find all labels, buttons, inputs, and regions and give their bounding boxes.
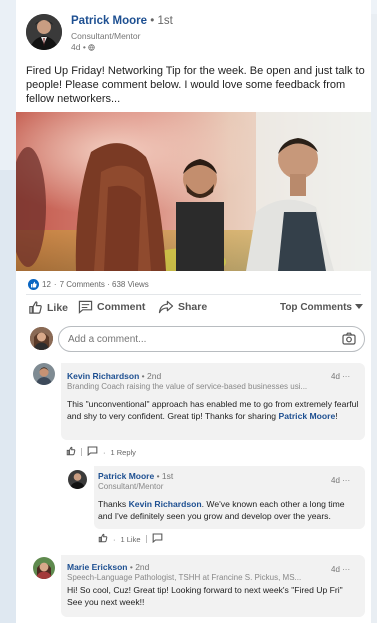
post-text: Fired Up Friday! Networking Tip for the … [26, 65, 365, 105]
reply-like-count[interactable]: 1 Like [121, 535, 141, 544]
comment-time: 4d ··· [331, 372, 350, 381]
author-avatar[interactable] [26, 14, 62, 50]
thumbs-up-badge-icon [28, 279, 39, 290]
comment-button[interactable]: Comment [78, 300, 145, 314]
reply-more-options-icon[interactable]: ··· [342, 476, 350, 485]
globe-icon [88, 42, 95, 52]
share-button[interactable]: Share [158, 300, 207, 314]
reply-author-name-text[interactable]: Patrick Moore [98, 471, 154, 481]
like-reply-button[interactable] [98, 533, 108, 545]
sort-label: Top Comments [279, 302, 352, 313]
comment-text-end: ! [335, 410, 338, 421]
my-avatar[interactable] [30, 327, 53, 350]
caret-down-icon [355, 302, 363, 313]
reply-text: Thanks Kevin Richardson. We've known eac… [98, 499, 360, 522]
reply-time: 4d ··· [331, 476, 350, 485]
comment-text: This "unconventional" approach has enabl… [67, 399, 359, 422]
reply-actions: · 1 Like [98, 533, 163, 545]
reply-text-start: Thanks [98, 499, 129, 509]
post-header: Patrick Moore • 1st Consultant/Mentor 4d… [26, 14, 356, 54]
comment-time-text: 4d [331, 565, 340, 574]
reply-author-headline: Consultant/Mentor [98, 482, 164, 491]
author-headline: Consultant/Mentor [71, 31, 141, 41]
comment-time: 4d ··· [331, 565, 350, 574]
comment-actions: · 1 Reply [66, 446, 136, 458]
share-label: Share [178, 301, 208, 313]
post-actions: Like Comment Share Top Comments [28, 300, 363, 318]
commenter-name-text[interactable]: Kevin Richardson [67, 371, 139, 381]
like-label: Like [47, 301, 69, 314]
comment-input[interactable] [68, 332, 328, 347]
reply-icon[interactable] [87, 446, 98, 458]
mention-link[interactable]: Patrick Moore [278, 411, 335, 421]
commenter-degree: 2nd [146, 371, 162, 381]
sort-dropdown[interactable]: Top Comments [280, 302, 363, 313]
comments-views-summary[interactable]: 7 Comments · 638 Views [60, 280, 149, 289]
commenter-avatar[interactable] [33, 557, 55, 579]
reply-mention-link[interactable]: Kevin Richardson [129, 499, 202, 509]
reply-comment-icon[interactable] [152, 533, 163, 545]
camera-icon[interactable] [342, 332, 356, 350]
comment-label: Comment [97, 301, 146, 313]
author-name[interactable]: Patrick Moore • 1st [71, 15, 173, 27]
post-meta: 4d • [71, 42, 95, 52]
commenter-headline: Speech-Language Pathologist, TSHH at Fra… [67, 573, 302, 582]
reply-time-text: 4d [331, 476, 340, 485]
commenter-name[interactable]: Kevin Richardson • 2nd [67, 371, 161, 381]
like-button[interactable]: Like [28, 300, 68, 315]
reaction-count[interactable]: 12 [42, 280, 51, 289]
commenter-name-text[interactable]: Marie Erickson [67, 562, 127, 572]
commenter-avatar[interactable] [33, 363, 55, 385]
reply-author-degree: 1st [161, 471, 174, 481]
commenter-degree: 2nd [135, 562, 150, 572]
author-name-text[interactable]: Patrick Moore [71, 15, 147, 27]
commenter-name[interactable]: Marie Erickson • 2nd [67, 562, 149, 572]
post-age: 4d [71, 42, 81, 52]
commenter-headline: Branding Coach raising the value of serv… [67, 382, 308, 391]
more-options-icon[interactable]: ··· [342, 565, 350, 574]
thumbs-up-icon [28, 300, 43, 315]
divider [26, 294, 361, 295]
social-counts[interactable]: 12 · 7 Comments · 638 Views [28, 279, 149, 290]
post-image[interactable] [16, 112, 371, 271]
author-degree: 1st [157, 15, 173, 27]
comment-time-text: 4d [331, 372, 340, 381]
post-card: Patrick Moore • 1st Consultant/Mentor 4d… [16, 0, 371, 623]
share-icon [158, 300, 174, 314]
like-comment-button[interactable] [66, 446, 76, 458]
reply-count[interactable]: 1 Reply [111, 448, 136, 457]
reply-author-avatar[interactable] [68, 470, 87, 489]
more-options-icon[interactable]: ··· [342, 372, 350, 381]
comment-icon [78, 300, 93, 314]
comment-text: Hi! So cool, Cuz! Great tip! Looking for… [67, 585, 343, 607]
reply-author-name[interactable]: Patrick Moore • 1st [98, 471, 173, 481]
comment-input-box[interactable] [58, 326, 365, 352]
